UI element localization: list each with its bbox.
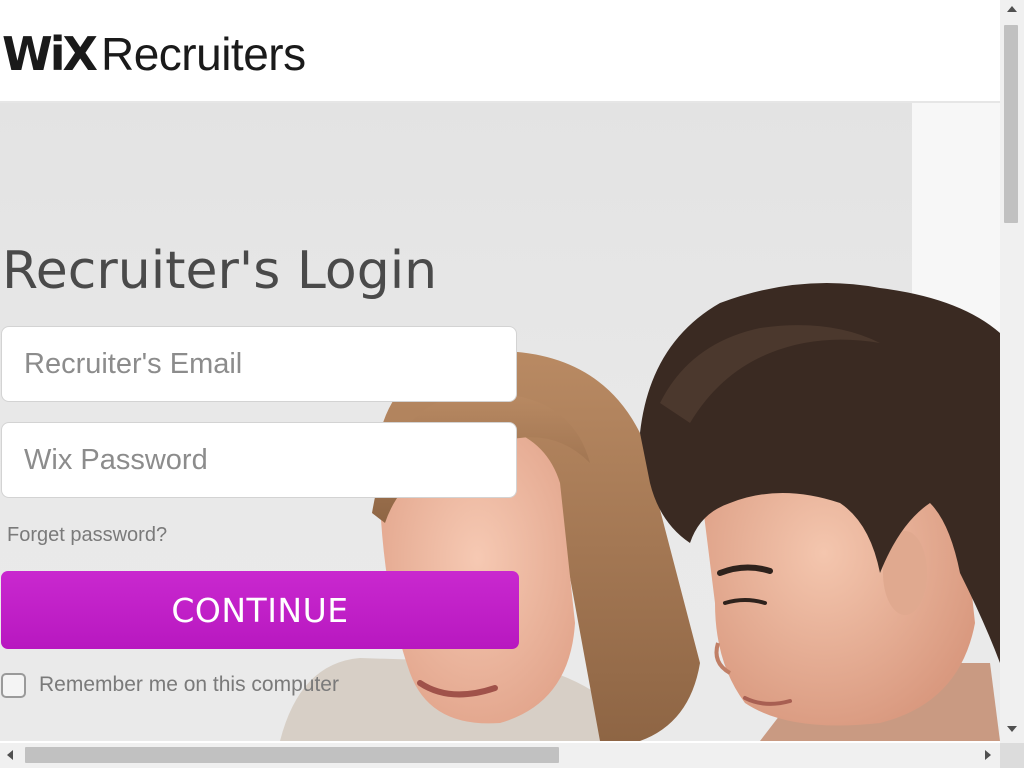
scroll-down-arrow-icon[interactable] xyxy=(1007,726,1017,732)
vertical-scrollbar[interactable] xyxy=(1000,0,1024,743)
logo-mark: WiX xyxy=(2,27,98,81)
wix-recruiters-logo[interactable]: WiX Recruiters xyxy=(2,26,306,82)
scroll-left-arrow-icon[interactable] xyxy=(7,750,13,760)
login-title: Recruiter's Login xyxy=(2,241,438,301)
site-header: WiX Recruiters xyxy=(0,0,1000,103)
remember-me-label[interactable]: Remember me on this computer xyxy=(39,672,339,698)
password-field[interactable] xyxy=(1,422,517,498)
forgot-password-link[interactable]: Forget password? xyxy=(7,522,167,548)
remember-me-checkbox[interactable] xyxy=(1,673,26,698)
scroll-right-arrow-icon[interactable] xyxy=(985,750,991,760)
horizontal-scrollbar[interactable] xyxy=(0,743,1000,768)
horizontal-scroll-thumb[interactable] xyxy=(25,747,559,763)
logo-product-name: Recruiters xyxy=(100,28,306,80)
scroll-up-arrow-icon[interactable] xyxy=(1007,6,1017,12)
email-field[interactable] xyxy=(1,326,517,402)
scrollbar-corner xyxy=(1000,743,1024,768)
vertical-scroll-thumb[interactable] xyxy=(1004,25,1018,223)
continue-button[interactable]: CONTINUE xyxy=(1,571,519,649)
